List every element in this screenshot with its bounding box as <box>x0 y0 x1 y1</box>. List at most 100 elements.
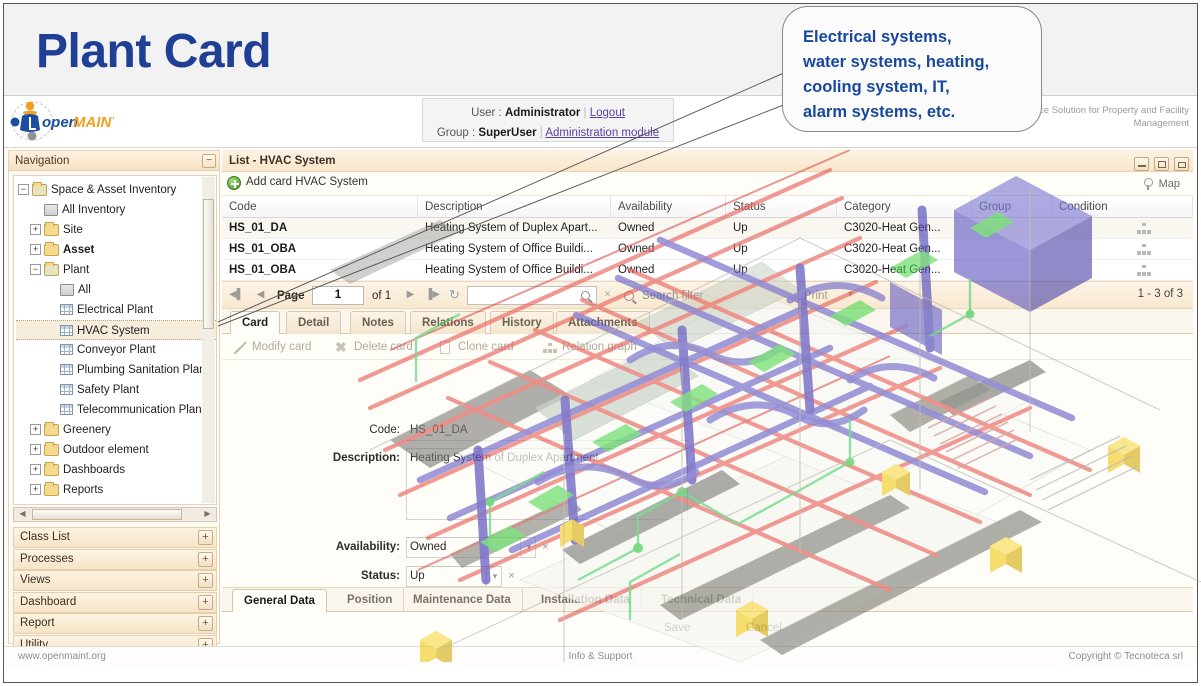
logout-link[interactable]: Logout <box>590 107 625 119</box>
grid-column-category[interactable]: Category <box>837 196 972 218</box>
table-row[interactable]: HS_01_OBA Heating System of Office Buildi… <box>222 239 1193 260</box>
expand-icon[interactable]: + <box>30 224 41 236</box>
navigation-collapse-button[interactable]: − <box>202 154 216 168</box>
expand-icon[interactable]: + <box>30 444 41 456</box>
grid-column-group[interactable]: Group <box>972 196 1052 218</box>
navigation-vertical-scrollbar[interactable] <box>202 177 215 503</box>
tab-history[interactable]: History <box>490 311 554 334</box>
accordion-expand-button[interactable]: + <box>198 530 213 545</box>
grid-column-description[interactable]: Description <box>418 196 611 218</box>
print-icon[interactable] <box>1174 156 1189 171</box>
prev-page-button[interactable]: ◀ <box>252 287 269 304</box>
scroll-right-arrow[interactable]: ▶ <box>201 509 214 520</box>
scroll-left-arrow[interactable]: ◀ <box>16 509 29 520</box>
tab-detail[interactable]: Detail <box>286 311 342 334</box>
bottom-tab-position[interactable]: Position <box>336 589 405 612</box>
print-dropdown-arrow[interactable]: ▾ <box>842 287 859 304</box>
accordion-report[interactable]: Report + <box>13 613 217 634</box>
navigation-horizontal-scrollbar[interactable]: ◀ ▶ <box>13 507 217 522</box>
tree-item-greenery[interactable]: + Greenery <box>16 420 216 440</box>
bottom-tab-maintenance-data[interactable]: Maintenance Data <box>402 589 523 612</box>
accordion-dashboard[interactable]: Dashboard + <box>13 591 217 613</box>
tree-item-asset[interactable]: + Asset <box>16 240 216 260</box>
relation-graph-icon[interactable] <box>1137 265 1151 276</box>
collapse-icon[interactable]: − <box>30 264 41 276</box>
expand-icon[interactable]: + <box>30 244 41 256</box>
print-button[interactable]: Print <box>804 288 828 304</box>
availability-clear-icon[interactable]: × <box>538 538 553 557</box>
hscroll-thumb[interactable] <box>32 509 182 520</box>
relation-graph-icon[interactable] <box>1137 223 1151 234</box>
tree-item-plumbing-sanitation-plan[interactable]: Plumbing Sanitation Plan <box>16 360 216 380</box>
quick-search-input[interactable] <box>467 286 597 305</box>
administration-module-link[interactable]: Administration module <box>545 127 659 139</box>
tree-item-conveyor-plant[interactable]: Conveyor Plant <box>16 340 216 360</box>
tree-item-hvac-system[interactable]: HVAC System <box>16 320 216 340</box>
last-page-button[interactable]: ▐▶ <box>424 287 441 304</box>
tree-item-all[interactable]: All <box>16 280 216 300</box>
tree-item-space-asset-inventory[interactable]: − Space & Asset Inventory <box>16 180 216 200</box>
bottom-tab-installation-data[interactable]: Installation Data <box>530 589 642 612</box>
grid-column-availability[interactable]: Availability <box>611 196 726 218</box>
toolbar-relation-graph[interactable]: Relation graph <box>542 339 637 355</box>
accordion-expand-button[interactable]: + <box>198 594 213 610</box>
code-field-value[interactable]: HS_01_DA <box>410 424 468 436</box>
grid-column-code[interactable]: Code <box>222 196 418 218</box>
accordion-expand-button[interactable]: + <box>198 616 213 631</box>
bottom-tab-technical-data[interactable]: Technical Data <box>650 589 754 612</box>
tree-item-plant[interactable]: − Plant <box>16 260 216 280</box>
accordion-class-list[interactable]: Class List + <box>13 527 217 548</box>
first-page-button[interactable]: ◀▌ <box>228 287 245 304</box>
availability-dropdown-arrow[interactable]: ▾ <box>520 538 537 557</box>
footer-website-link[interactable]: www.openmaint.org <box>18 651 106 662</box>
openmaint-logo[interactable]: open MAINT <box>10 100 122 142</box>
tree-item-reports[interactable]: + Reports <box>16 480 216 500</box>
refresh-icon[interactable]: ↻ <box>446 287 463 304</box>
tree-item-telecommunication-plan[interactable]: Telecommunication Plan <box>16 400 216 420</box>
page-input[interactable]: 1 <box>312 286 364 305</box>
accordion-views[interactable]: Views + <box>13 570 217 591</box>
tab-notes[interactable]: Notes <box>350 311 406 334</box>
grid-column-condition[interactable]: Condition <box>1052 196 1193 218</box>
tree-item-safety-plant[interactable]: Safety Plant <box>16 380 216 400</box>
bottom-tab-general-data[interactable]: General Data <box>232 589 327 612</box>
accordion-expand-button[interactable]: + <box>198 573 213 588</box>
plus-icon[interactable] <box>227 176 241 190</box>
tab-card[interactable]: Card <box>230 311 281 334</box>
add-card-button[interactable]: Add card HVAC System <box>246 176 368 188</box>
tree-item-dashboards[interactable]: + Dashboards <box>16 460 216 480</box>
status-dropdown-arrow[interactable]: ▾ <box>486 567 503 586</box>
table-row[interactable]: HS_01_DA Heating System of Duplex Apart..… <box>222 218 1193 239</box>
tree-item-all-inventory[interactable]: All Inventory <box>16 200 216 220</box>
clear-search-button[interactable]: × <box>599 287 616 304</box>
expand-icon[interactable]: + <box>30 484 41 496</box>
accordion-processes[interactable]: Processes + <box>13 548 217 570</box>
search-filter-label[interactable]: Search filter <box>642 288 703 304</box>
table-row[interactable]: HS_01_OBA Heating System of Office Buildi… <box>222 260 1193 281</box>
map-button[interactable]: Map <box>1142 175 1187 192</box>
expand-icon[interactable]: + <box>30 464 41 476</box>
save-button[interactable]: Save <box>652 618 702 638</box>
tab-relations[interactable]: Relations <box>410 311 486 334</box>
accordion-expand-button[interactable]: + <box>198 551 213 567</box>
toolbar-delete-card[interactable]: ✖ Delete card <box>334 339 413 355</box>
tree-item-outdoor-element[interactable]: + Outdoor element <box>16 440 216 460</box>
next-page-button[interactable]: ▶ <box>402 287 419 304</box>
scrollbar-thumb[interactable] <box>203 199 214 329</box>
cancel-button[interactable]: Cancel <box>734 618 794 638</box>
cell-group <box>972 218 1052 239</box>
minimize-icon[interactable] <box>1133 156 1149 171</box>
maximize-icon[interactable] <box>1153 156 1169 171</box>
collapse-icon[interactable]: − <box>18 184 29 196</box>
grid-column-status[interactable]: Status <box>726 196 837 218</box>
expand-icon[interactable]: + <box>30 424 41 436</box>
app-footer: www.openmaint.org Info & Support Copyrig… <box>4 646 1197 668</box>
relation-graph-icon[interactable] <box>1137 244 1151 255</box>
footer-info-support-link[interactable]: Info & Support <box>569 651 633 662</box>
status-clear-icon[interactable]: × <box>504 567 519 586</box>
toolbar-modify-card[interactable]: Modify card <box>232 339 311 355</box>
toolbar-clone-card[interactable]: Clone card <box>438 339 514 355</box>
tree-item-site[interactable]: + Site <box>16 220 216 240</box>
tree-item-electrical-plant[interactable]: Electrical Plant <box>16 300 216 320</box>
tab-attachments[interactable]: Attachments <box>556 311 650 334</box>
